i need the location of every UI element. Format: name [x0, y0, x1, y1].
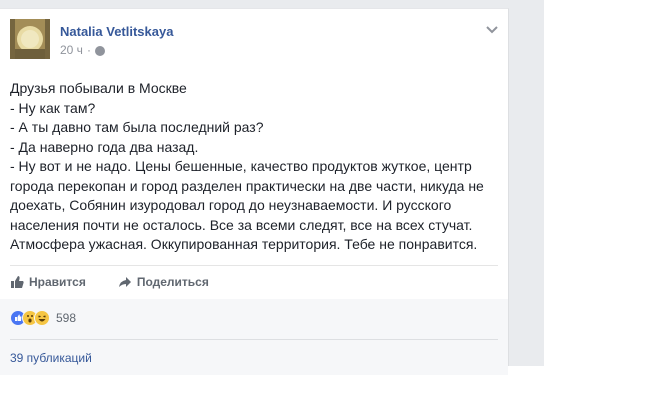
post-line: - Да наверно года два назад.: [10, 138, 199, 155]
post-card: Natalia Vetlitskaya 20 ч · Друзья побыва…: [0, 8, 509, 375]
divider: [10, 339, 498, 340]
chevron-down-icon[interactable]: [484, 22, 500, 38]
globe-icon: [94, 46, 105, 56]
like-label: Нравится: [29, 275, 86, 289]
post-line: - Ну вот и не надо. Цены бешенные, качес…: [10, 158, 472, 174]
like-button[interactable]: Нравится: [10, 275, 86, 289]
author-name[interactable]: Natalia Vetlitskaya: [60, 24, 173, 39]
post-time[interactable]: 20 ч: [60, 43, 83, 57]
divider: [10, 265, 498, 266]
post-line: - Ну как там?: [10, 99, 96, 116]
reactions-summary[interactable]: 598: [10, 310, 76, 326]
post-line: Атмосфера ужасная. Оккупированная террит…: [10, 236, 478, 252]
post-meta: 20 ч ·: [60, 43, 105, 57]
post-line: Друзья побывали в Москве: [10, 80, 187, 96]
post-line: - А ты давно там была последний раз?: [10, 119, 264, 135]
post-line: доехать, Собянин изуродовал город до неу…: [10, 197, 452, 213]
reactions-panel: 598 39 публикаций: [0, 299, 508, 375]
reaction-count[interactable]: 598: [56, 311, 76, 325]
haha-reaction-icon: [34, 310, 50, 326]
action-bar: Нравится Поделиться: [10, 267, 500, 297]
post-header: Natalia Vetlitskaya 20 ч ·: [10, 19, 500, 63]
meta-separator: ·: [86, 43, 91, 57]
avatar-image: [10, 19, 50, 59]
share-button[interactable]: Поделиться: [118, 275, 209, 289]
post-body: Друзья побывали в Москве - Ну как там? -…: [10, 79, 500, 255]
post-line: города перекопан и город разделен практи…: [10, 177, 484, 194]
thumbs-up-icon: [11, 276, 24, 288]
avatar[interactable]: [10, 19, 50, 59]
post-line: населения почти не осталось. Все за всем…: [10, 216, 473, 233]
reaction-icons: [10, 310, 50, 326]
share-label: Поделиться: [136, 275, 209, 289]
shares-link[interactable]: 39 публикаций: [10, 351, 92, 365]
share-arrow-icon: [118, 277, 131, 287]
